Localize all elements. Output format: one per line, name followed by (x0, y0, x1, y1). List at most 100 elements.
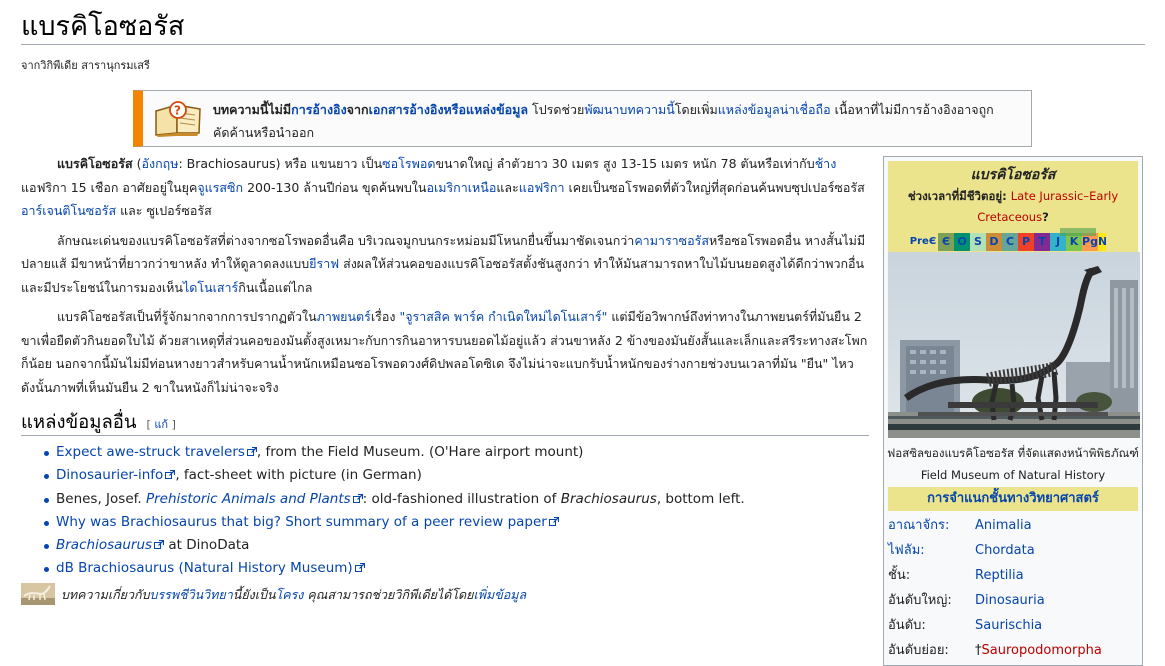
external-link[interactable]: Prehistoric Animals and Plants (146, 491, 351, 507)
text: บทความเกี่ยวกับ (61, 587, 150, 602)
taxon-row: อันดับใหญ่: Dinosauria (888, 588, 1138, 613)
timescale-period[interactable]: Є (938, 233, 954, 251)
skeleton-photo[interactable] (888, 252, 1140, 438)
text: นี้ยังเป็น (232, 587, 276, 602)
list-item-text: Benes, Josef. (56, 490, 146, 507)
link-elephant[interactable]: ช้าง (815, 156, 837, 171)
external-link-icon (352, 493, 363, 503)
text: เรื่อง (370, 309, 400, 324)
external-link-icon (154, 540, 165, 550)
link-dinosaur[interactable]: ไดโนเสาร์ (183, 280, 238, 295)
intro-paragraph: แบรคิโอซอรัส (อังกฤษ: Brachiosaurus) หรื… (21, 152, 871, 223)
taxon-value-link[interactable]: Reptilia (975, 563, 1024, 588)
taxon-row: อันดับ: Saurischia (888, 613, 1138, 638)
taxon-value-link[interactable]: Chordata (975, 538, 1035, 563)
article-body: แบรคิโอซอรัส (อังกฤษ: Brachiosaurus) หรื… (21, 152, 871, 405)
taxon-rank-link[interactable]: ไฟลัม: (888, 538, 925, 563)
article-subject: แบรคิโอซอรัส (57, 156, 133, 171)
link-giraffe[interactable]: ยีราฟ (309, 256, 339, 271)
section-title: แหล่งข้อมูลอื่น (21, 412, 137, 433)
geologic-timescale: PreЄ Є O S D C P T J K Pg N (908, 228, 1123, 251)
taxon-rank-link[interactable]: อาณาจักร: (888, 513, 949, 538)
notice-text: โปรดช่วย (528, 102, 585, 117)
external-link[interactable]: Dinosaurier-info (56, 467, 163, 483)
timescale-period[interactable]: P (1018, 233, 1034, 251)
taxon-value-link[interactable]: Animalia (975, 513, 1032, 538)
film-paragraph: แบรคิโอซอรัสเป็นที่รู้จักมากจากการปรากฏต… (21, 305, 871, 399)
temporal-range-label: ช่วงเวลาที่มีชีวิตอยู่: (907, 189, 1011, 203)
link-paleontology[interactable]: บรรพชีวินวิทยา (150, 587, 233, 602)
timescale-range-marker (1060, 228, 1096, 236)
features-paragraph: ลักษณะเด่นของแบรคิโอซอรัสที่ต่างจากซอโรพ… (21, 229, 871, 300)
taxon-row: ชั้น: Reptilia (888, 563, 1138, 588)
external-link[interactable]: Brachiosaurus (56, 537, 152, 553)
link-film[interactable]: ภาพยนตร์ (317, 309, 371, 324)
title-divider (21, 44, 1145, 45)
list-item: Expect awe-struck travelers , from the Fi… (42, 441, 745, 464)
fossil-skeleton-icon (21, 583, 55, 605)
link-argentinosaurus[interactable]: อาร์เจนติโนซอรัส (21, 203, 116, 218)
timescale-period[interactable]: S (970, 233, 986, 251)
notice-link-reliable-sources[interactable]: แหล่งข้อมูลน่าเชื่อถือ (718, 102, 831, 117)
text: 200-130 ล้านปีก่อน ขุดค้นพบใน (243, 179, 427, 195)
notice-text: บทความนี้ไม่มี (213, 102, 292, 117)
taxon-rank: อันดับ: (888, 618, 926, 633)
external-link-icon (165, 470, 176, 480)
timescale-period[interactable]: T (1034, 233, 1050, 251)
external-link[interactable]: Expect awe-struck travelers (56, 444, 245, 460)
edit-section-link[interactable]: แก้ (154, 418, 168, 431)
text: และ (496, 179, 519, 195)
link-jurassic-park[interactable]: "จูราสสิค พาร์ค กำเนิดใหม่ไดโนเสาร์" (399, 309, 607, 324)
external-link-icon (548, 516, 559, 526)
page-title: แบรคิโอซอรัส (21, 11, 185, 42)
notice-link-improve[interactable]: พัฒนาบทความนี้ (584, 102, 674, 117)
taxobox-header: แบรคิโอซอรัส ช่วงเวลาที่มีชีวิตอยู่: Lat… (888, 161, 1138, 252)
text: ลักษณะเด่นของแบรคิโอซอรัสที่ต่างจากซอโรพ… (57, 232, 635, 248)
link-north-america[interactable]: อเมริกาเหนือ (426, 180, 496, 195)
bracket: ] (168, 418, 176, 431)
list-item: Dinosaurier-info , fact-sheet with pictur… (42, 464, 745, 487)
link-jurassic[interactable]: จูแรสซิก (197, 180, 243, 195)
link-africa[interactable]: แอฟริกา (519, 180, 565, 195)
timescale-period[interactable]: D (986, 233, 1002, 251)
list-item: Brachiosaurus at DinoData (42, 534, 745, 557)
notice-link-citation[interactable]: การอ้างอิง (291, 102, 347, 117)
notice-text: โดยเพิ่ม (674, 102, 718, 117)
list-item: Why was Brachiosaurus that big? Short su… (42, 511, 745, 534)
text: คุณสามารถช่วยวิกิพีเดียได้โดย (303, 587, 474, 602)
temporal-range-q: ? (1042, 210, 1049, 224)
taxon-value-link[interactable]: Sauropodomorpha (982, 643, 1102, 658)
svg-text:?: ? (174, 104, 181, 118)
taxon-row: อาณาจักร: Animalia (888, 513, 1138, 538)
external-links-list: Expect awe-struck travelers , from the Fi… (42, 441, 745, 581)
external-link[interactable]: Why was Brachiosaurus that big? Short su… (56, 514, 547, 530)
link-english[interactable]: อังกฤษ (141, 156, 178, 171)
temporal-range: ช่วงเวลาที่มีชีวิตอยู่: Late Jurassic–Ea… (888, 186, 1138, 228)
list-item-text: at DinoData (164, 537, 250, 554)
external-link-icon (246, 447, 257, 456)
list-item-text: : old-fashioned illustration of (362, 490, 561, 507)
scientific-classification-header[interactable]: การจำแนกชั้นทางวิทยาศาสตร์ (888, 487, 1138, 511)
taxon-value-link[interactable]: Saurischia (975, 613, 1042, 638)
link-stub[interactable]: โครง (276, 587, 304, 602)
link-camarasaurus[interactable]: คามาราซอรัส (634, 233, 709, 248)
section-label: การจำแนกชั้นทางวิทยาศาสตร์ (927, 491, 1099, 506)
link-expand[interactable]: เพิ่มข้อมูล (473, 587, 526, 602)
photo-caption: ฟอสซิลของแบรคิโอซอรัส ที่จัดแสดงหน้าพิพิ… (887, 446, 1139, 482)
timescale-period[interactable]: N (1098, 233, 1106, 251)
notice-link-sources[interactable]: เอกสารอ้างอิงหรือแหล่งข้อมูล (369, 102, 528, 117)
list-item: Benes, Josef. Prehistoric Animals and Pl… (42, 488, 745, 511)
site-subtitle: จากวิกิพีเดีย สารานุกรมเสรี (21, 59, 150, 72)
taxon-value-link[interactable]: Dinosauria (975, 588, 1045, 613)
text: กินเนื้อแต่ไกล (238, 279, 313, 295)
external-link[interactable]: dB Brachiosaurus (Natural History Museum… (56, 560, 353, 576)
taxon-rank: อันดับย่อย: (888, 643, 949, 658)
classification-rows: อาณาจักร: Animalia ไฟลัม: Chordata ชั้น: Re… (888, 513, 1138, 663)
link-sauropod[interactable]: ซอโรพอด (382, 156, 435, 171)
external-link-icon (354, 563, 365, 573)
timescale-period[interactable]: C (1002, 233, 1018, 251)
unreferenced-notice: ? บทความนี้ไม่มีการอ้างอิงจากเอกสารอ้างอ… (133, 90, 1032, 147)
timescale-period[interactable]: PreЄ (908, 233, 938, 251)
timescale-period[interactable]: O (954, 233, 970, 251)
list-item-text: Brachiosaurus (560, 490, 657, 507)
